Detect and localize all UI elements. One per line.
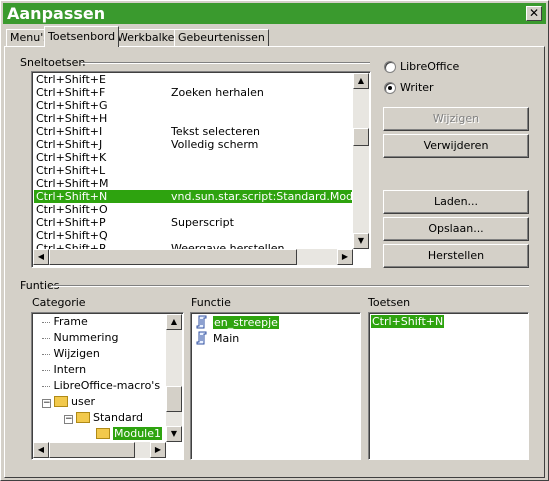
modify-button[interactable]: Wijzigen xyxy=(383,107,529,131)
folder-icon xyxy=(76,412,90,423)
shortcut-key: Ctrl+Shift+I xyxy=(36,125,103,138)
scroll-right-icon[interactable]: ▶ xyxy=(150,442,166,458)
scroll-down-icon[interactable]: ▼ xyxy=(166,426,182,442)
category-hscroll[interactable]: ◀ ▶ xyxy=(33,442,166,458)
shortcut-hscroll[interactable]: ◀ ▶ xyxy=(33,249,353,265)
collapse-icon[interactable]: − xyxy=(64,415,73,424)
save-button[interactable]: Opslaan... xyxy=(383,217,529,241)
shortcut-row[interactable]: Ctrl+Shift+H xyxy=(34,112,352,125)
shortcut-function: Volledig scherm xyxy=(171,138,259,151)
customize-dialog: Aanpassen ✕ Menu's Toetsenbord Werkbalke… xyxy=(0,0,549,481)
scroll-up-icon[interactable]: ▲ xyxy=(353,73,369,89)
load-button[interactable]: Laden... xyxy=(383,190,529,214)
reset-button[interactable]: Herstellen xyxy=(383,244,529,268)
shortcut-vscroll-thumb[interactable] xyxy=(353,128,369,146)
function-list[interactable]: en_streepje Main xyxy=(190,312,361,460)
tab-keyboard[interactable]: Toetsenbord xyxy=(44,26,120,47)
shortcut-row[interactable]: Ctrl+Shift+E xyxy=(34,73,352,86)
shortcut-key: Ctrl+Shift+K xyxy=(36,151,107,164)
tree-item-standard[interactable]: − Standard xyxy=(64,410,143,426)
scroll-up-icon[interactable]: ▲ xyxy=(166,314,182,330)
shortcut-key: Ctrl+Shift+F xyxy=(36,86,106,99)
tree-item-user[interactable]: − user xyxy=(42,394,95,410)
shortcut-row[interactable]: Ctrl+Shift+P Superscript xyxy=(34,216,352,229)
folder-icon xyxy=(54,396,68,407)
shortcut-key: Ctrl+Shift+J xyxy=(36,138,103,151)
function-item[interactable]: en_streepje xyxy=(195,315,279,331)
shortcut-row[interactable]: Ctrl+Shift+K xyxy=(34,151,352,164)
shortcut-key: Ctrl+Shift+L xyxy=(36,164,106,177)
shortcut-vscroll[interactable]: ▲ ▼ xyxy=(353,73,369,249)
radio-writer[interactable] xyxy=(384,82,396,94)
function-item[interactable]: Main xyxy=(195,331,239,347)
dialog-title: Aanpassen xyxy=(7,4,106,23)
shortcut-function: Tekst selecteren xyxy=(171,125,260,138)
tree-item-frame[interactable]: Frame xyxy=(42,314,88,330)
shortcut-row[interactable]: Ctrl+Shift+N vnd.sun.star.script:Standard… xyxy=(34,190,370,203)
keys-item[interactable]: Ctrl+Shift+N xyxy=(371,314,445,330)
shortcut-key: Ctrl+Shift+G xyxy=(36,99,108,112)
shortcut-key: Ctrl+Shift+M xyxy=(36,177,109,190)
shortcut-row[interactable]: Ctrl+Shift+O xyxy=(34,203,352,216)
shortcut-row[interactable]: Ctrl+Shift+Q xyxy=(34,229,352,242)
script-icon xyxy=(196,331,207,345)
tab-events[interactable]: Gebeurtenissen xyxy=(174,29,269,46)
shortcut-key: Ctrl+Shift+H xyxy=(36,112,108,125)
shortcuts-divider xyxy=(81,62,370,64)
function-label: Functie xyxy=(191,296,231,309)
shortcut-key: Ctrl+Shift+P xyxy=(36,216,106,229)
radio-writer-label: Writer xyxy=(400,81,434,94)
shortcut-row[interactable]: Ctrl+Shift+G xyxy=(34,99,352,112)
tree-item-module1[interactable]: Module1 xyxy=(96,426,162,442)
category-hscroll-thumb[interactable] xyxy=(49,442,135,458)
shortcut-key: Ctrl+Shift+O xyxy=(36,203,108,216)
radio-libreoffice[interactable] xyxy=(384,61,396,73)
shortcut-row[interactable]: Ctrl+Shift+I Tekst selecteren xyxy=(34,125,352,138)
category-vscroll-thumb[interactable] xyxy=(166,386,182,412)
functions-divider xyxy=(51,285,529,287)
shortcuts-label: Sneltoetsen xyxy=(20,56,86,69)
close-icon[interactable]: ✕ xyxy=(526,6,542,21)
scroll-left-icon[interactable]: ◀ xyxy=(33,442,49,458)
shortcut-hscroll-thumb[interactable] xyxy=(49,249,297,265)
tree-item-numbering[interactable]: Nummering xyxy=(42,330,118,346)
shortcut-key: Ctrl+Shift+E xyxy=(36,73,106,86)
shortcut-function: vnd.sun.star.script:Standard.Module1 xyxy=(171,190,371,203)
shortcut-function: Superscript xyxy=(171,216,234,229)
category-tree[interactable]: Frame Nummering Wijzigen Intern LibreOff… xyxy=(31,312,184,460)
shortcut-row[interactable]: Ctrl+Shift+M xyxy=(34,177,352,190)
shortcut-row[interactable]: Ctrl+Shift+J Volledig scherm xyxy=(34,138,352,151)
tree-item-macros[interactable]: LibreOffice-macro's xyxy=(42,378,160,394)
tree-item-internal[interactable]: Intern xyxy=(42,362,86,378)
shortcut-list[interactable]: Ctrl+Shift+E Ctrl+Shift+F Zoeken herhalen C… xyxy=(31,71,371,268)
shortcut-key: Ctrl+Shift+N xyxy=(36,190,108,203)
title-bar[interactable]: Aanpassen ✕ xyxy=(3,3,546,24)
tree-item-changes[interactable]: Wijzigen xyxy=(42,346,100,362)
scroll-right-icon[interactable]: ▶ xyxy=(337,249,353,265)
radio-selected-dot xyxy=(388,86,392,90)
shortcut-row[interactable]: Ctrl+Shift+L xyxy=(34,164,352,177)
shortcut-function: Zoeken herhalen xyxy=(171,86,264,99)
radio-libreoffice-label: LibreOffice xyxy=(400,60,460,73)
folder-icon xyxy=(96,428,110,439)
category-vscroll[interactable]: ▲ ▼ xyxy=(166,314,182,442)
collapse-icon[interactable]: − xyxy=(42,399,51,408)
shortcut-row[interactable]: Ctrl+Shift+F Zoeken herhalen xyxy=(34,86,352,99)
keys-label: Toetsen xyxy=(368,296,411,309)
keys-list[interactable]: Ctrl+Shift+N xyxy=(368,312,529,460)
shortcut-key: Ctrl+Shift+Q xyxy=(36,229,108,242)
script-icon xyxy=(196,315,207,329)
scroll-left-icon[interactable]: ◀ xyxy=(33,249,49,265)
scroll-down-icon[interactable]: ▼ xyxy=(353,233,369,249)
delete-button[interactable]: Verwijderen xyxy=(383,134,529,158)
category-label: Categorie xyxy=(32,296,86,309)
